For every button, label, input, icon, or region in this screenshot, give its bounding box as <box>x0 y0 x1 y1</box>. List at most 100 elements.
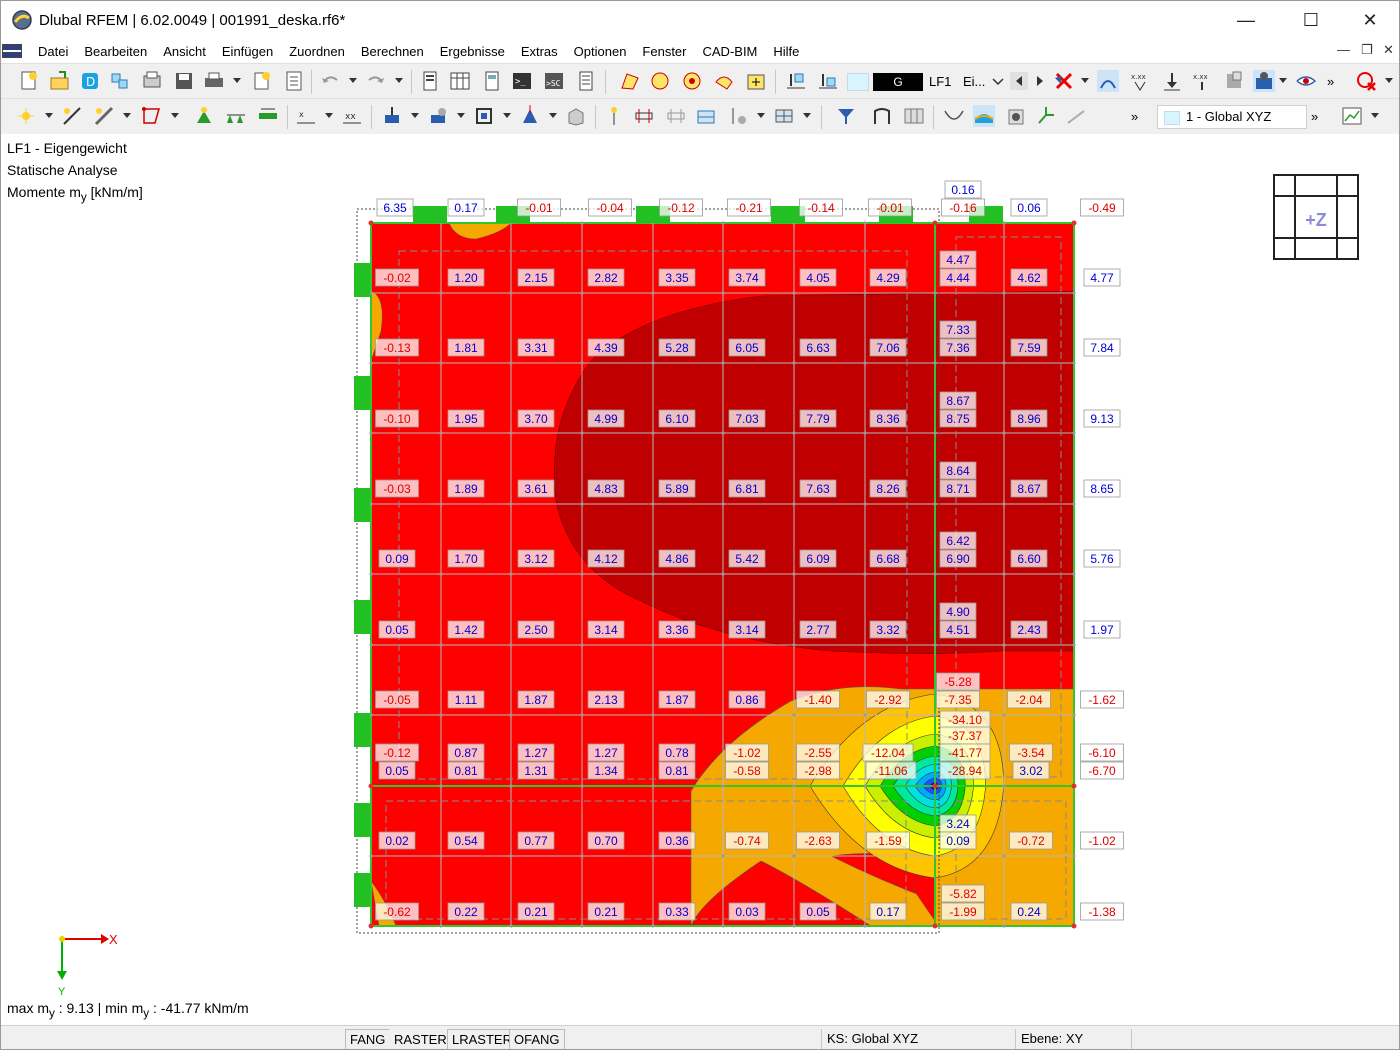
graphics-view[interactable]: 6.35 0.17 -0.01 -0.04 -0.12 -0.21 -0.14 -0.01 0.… <box>1 1 1400 1050</box>
mesh-node <box>439 713 443 717</box>
mesh-node <box>721 502 725 506</box>
result-value: 0.87 <box>454 746 478 760</box>
result-value: 1.20 <box>454 271 478 285</box>
result-value: 4.90 <box>946 605 970 619</box>
mesh-node <box>721 361 725 365</box>
grid-toggle[interactable]: RASTER <box>389 1029 452 1049</box>
line-grid-toggle[interactable]: LRASTER <box>447 1029 517 1049</box>
result-value: -1.99 <box>949 905 977 919</box>
mesh-node <box>1072 361 1076 365</box>
snap-toggle[interactable]: FANG <box>345 1029 391 1049</box>
result-value: -1.38 <box>1088 905 1116 919</box>
result-value: 1.11 <box>455 693 478 707</box>
result-value: 5.28 <box>665 341 689 355</box>
x-axis-label: X <box>109 932 118 947</box>
result-value: 0.33 <box>665 905 689 919</box>
result-value: 0.09 <box>385 552 409 566</box>
line-support-block <box>354 376 370 410</box>
result-value: 1.27 <box>594 746 618 760</box>
result-value: 3.61 <box>524 482 548 496</box>
mesh-node <box>1002 643 1006 647</box>
mesh-node <box>721 431 725 435</box>
result-value: -0.74 <box>733 834 761 848</box>
result-value: 8.64 <box>946 464 970 478</box>
x-axis-arrow-icon <box>101 934 109 944</box>
summary-max-value: : 9.13 | min m <box>54 1000 144 1016</box>
mesh-node <box>369 572 373 576</box>
result-value: 1.97 <box>1090 623 1114 637</box>
result-value: -1.62 <box>1088 693 1116 707</box>
result-value: 1.87 <box>665 693 689 707</box>
result-value: -34.10 <box>948 713 982 727</box>
result-value: 4.51 <box>946 623 970 637</box>
result-value: 0.86 <box>735 693 759 707</box>
mesh-node <box>863 784 867 788</box>
result-value: 3.35 <box>665 271 689 285</box>
mesh-node <box>580 784 584 788</box>
result-value: 4.99 <box>594 412 618 426</box>
result-value: -2.98 <box>804 764 832 778</box>
result-value: -37.37 <box>948 729 982 743</box>
result-value: 0.05 <box>385 623 409 637</box>
mesh-node <box>933 854 937 858</box>
result-value: 7.06 <box>876 341 900 355</box>
result-value: 1.34 <box>594 764 618 778</box>
object-snap-toggle[interactable]: OFANG <box>509 1029 565 1049</box>
work-plane-status: Ebene: XY <box>1021 1031 1084 1046</box>
mesh-node <box>509 924 513 928</box>
result-value: 3.70 <box>524 412 548 426</box>
mesh-node <box>1002 854 1006 858</box>
result-value: 7.33 <box>946 323 970 337</box>
mesh-node <box>792 502 796 506</box>
mesh-node <box>651 431 655 435</box>
y-axis-label: Y <box>58 986 66 998</box>
line-support-block <box>354 803 370 837</box>
result-value: 7.03 <box>735 412 759 426</box>
mesh-node <box>792 784 796 788</box>
result-value: 6.35 <box>383 201 407 215</box>
status-divider <box>1131 1029 1132 1049</box>
mesh-node <box>863 431 867 435</box>
view-cube-icon[interactable]: +Z <box>1273 174 1359 260</box>
mesh-node <box>863 502 867 506</box>
mesh-node <box>651 361 655 365</box>
status-bar: FANG RASTER LRASTER OFANG KS: Global XYZ… <box>1 1025 1399 1049</box>
result-value: -0.21 <box>735 201 763 215</box>
result-value: 3.31 <box>524 341 548 355</box>
result-value: -7.35 <box>944 693 972 707</box>
mesh-node <box>863 643 867 647</box>
result-value: -0.12 <box>383 746 411 760</box>
result-value: 0.05 <box>806 905 830 919</box>
node-point <box>932 923 938 929</box>
result-value: 7.59 <box>1017 341 1041 355</box>
mesh-node <box>792 291 796 295</box>
mesh-node <box>721 643 725 647</box>
mesh-node <box>369 361 373 365</box>
result-value: 4.86 <box>665 552 689 566</box>
mesh-node <box>580 502 584 506</box>
mesh-node <box>1072 713 1076 717</box>
mesh-node <box>792 572 796 576</box>
mesh-node <box>509 361 513 365</box>
mesh-node <box>933 291 937 295</box>
result-value: 3.24 <box>946 817 970 831</box>
line-support-block <box>413 206 447 223</box>
result-value: -0.03 <box>383 482 411 496</box>
result-value: 1.31 <box>524 764 548 778</box>
result-value: 4.29 <box>876 271 900 285</box>
mesh-node <box>651 784 655 788</box>
result-value: 6.42 <box>946 534 970 548</box>
result-value: 2.82 <box>594 271 618 285</box>
node-point <box>368 923 374 929</box>
result-value: -1.40 <box>804 693 832 707</box>
mesh-node <box>863 924 867 928</box>
mesh-node <box>580 924 584 928</box>
result-value: 8.36 <box>876 412 900 426</box>
mesh-node <box>863 361 867 365</box>
result-value: 1.70 <box>454 552 478 566</box>
mesh-node <box>651 924 655 928</box>
result-value: 7.79 <box>806 412 830 426</box>
node-point <box>368 783 374 789</box>
mesh-node <box>721 854 725 858</box>
mesh-node <box>509 431 513 435</box>
